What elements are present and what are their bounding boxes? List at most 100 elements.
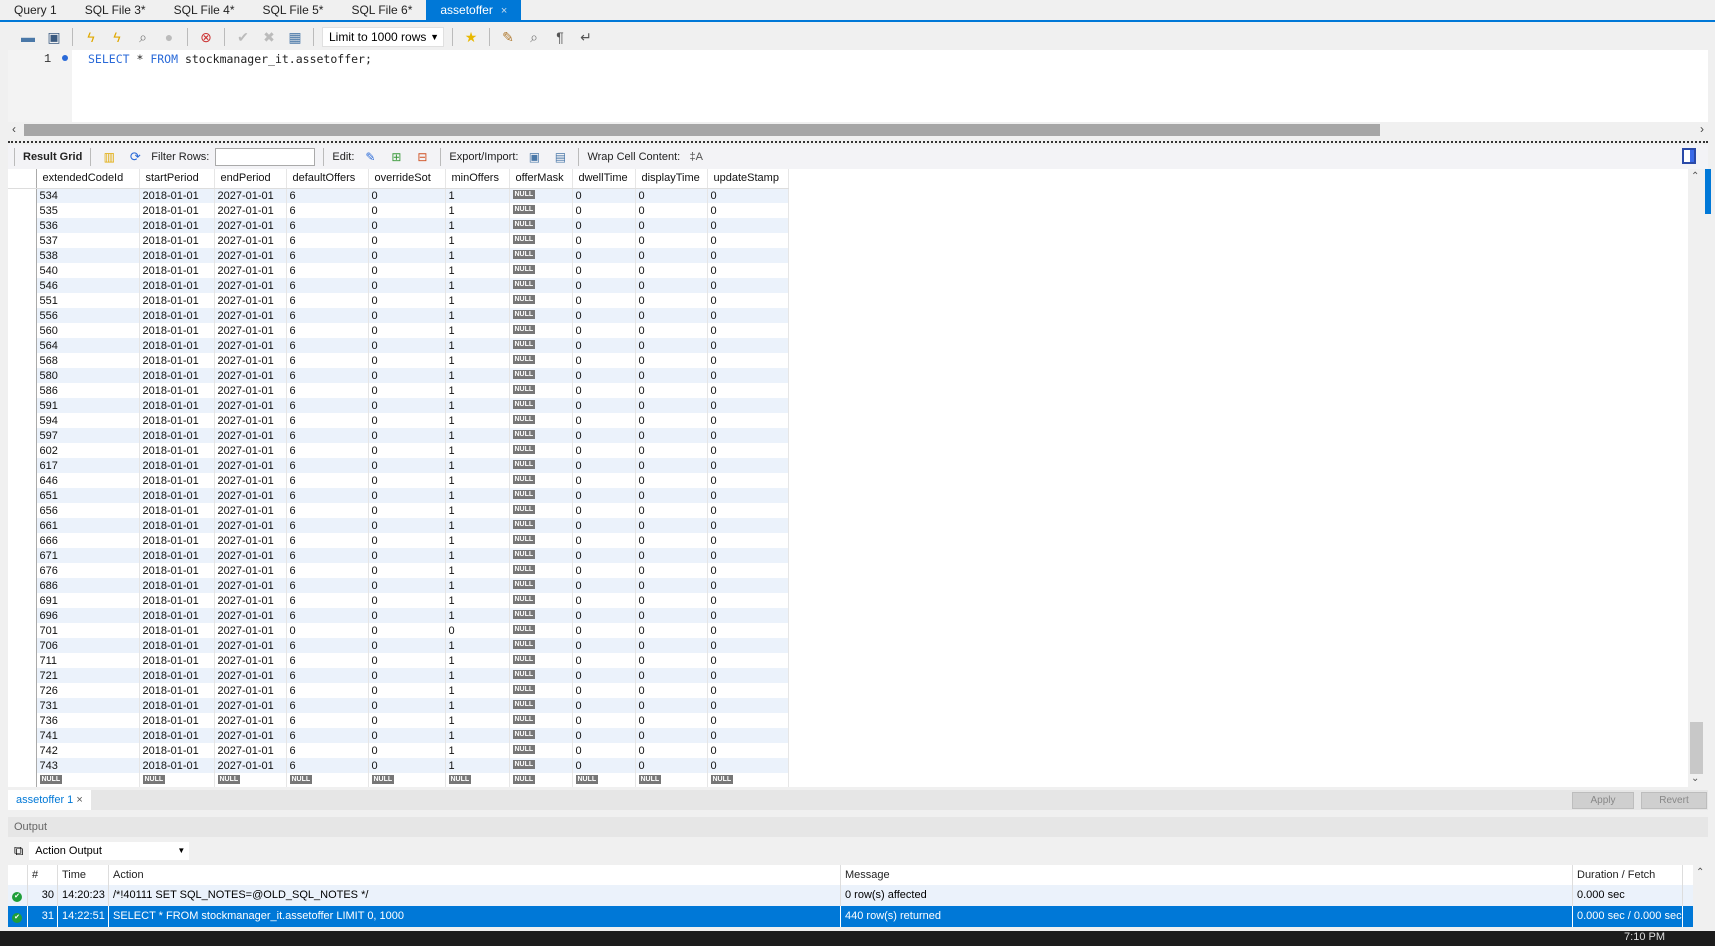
cell-updateStamp[interactable]: 0 [707,533,789,548]
cell-displayTime[interactable]: 0 [635,638,708,653]
cell-updateStamp[interactable]: 0 [707,203,789,218]
column-header-minOffers[interactable]: minOffers [445,169,510,189]
row-header[interactable] [8,638,37,653]
cell-defaultOffers[interactable]: 6 [286,638,369,653]
cell-dwellTime[interactable]: 0 [572,743,636,758]
cell-displayTime[interactable]: 0 [635,338,708,353]
tab-sql-file-5[interactable]: SQL File 5* [249,0,338,20]
wrap-icon[interactable]: ↵ [576,27,596,47]
cell-updateStamp[interactable]: 0 [707,473,789,488]
insert-row-icon[interactable]: ⊞ [386,147,406,167]
row-header[interactable] [8,353,37,368]
cell-startPeriod[interactable]: 2018-01-01 [139,413,215,428]
autocommit-icon[interactable]: ▦ [285,27,305,47]
cell-offerMask[interactable]: NULL [509,203,573,218]
cell-overrideSot[interactable]: 0 [368,398,446,413]
cell-startPeriod[interactable]: 2018-01-01 [139,563,215,578]
cell-endPeriod[interactable]: 2027-01-01 [214,548,287,563]
cell-defaultOffers[interactable]: 6 [286,338,369,353]
cell-startPeriod[interactable]: 2018-01-01 [139,623,215,638]
cell-endPeriod[interactable]: 2027-01-01 [214,278,287,293]
row-header[interactable] [8,308,37,323]
cell-defaultOffers[interactable]: 6 [286,308,369,323]
delete-row-icon[interactable]: ⊟ [412,147,432,167]
cell-overrideSot[interactable]: 0 [368,443,446,458]
table-row[interactable]: 656 2018-01-01 2027-01-01 6 0 1 NULL 0 0 0 [8,503,789,518]
cell-updateStamp[interactable]: 0 [707,443,789,458]
scroll-up-icon[interactable]: ⌃ [1696,867,1704,878]
cell-dwellTime[interactable]: 0 [572,653,636,668]
cell-displayTime[interactable]: 0 [635,668,708,683]
cell-minOffers[interactable]: 1 [445,563,510,578]
table-row[interactable]: 617 2018-01-01 2027-01-01 6 0 1 NULL 0 0 0 [8,458,789,473]
stop-icon[interactable]: ● [159,27,179,47]
cell-offerMask[interactable]: NULL [509,233,573,248]
cell-offerMask[interactable]: NULL [509,338,573,353]
row-header[interactable] [8,383,37,398]
cell-minOffers[interactable]: 1 [445,338,510,353]
cell-defaultOffers[interactable]: 6 [286,503,369,518]
tab-query-1[interactable]: Query 1 [0,0,71,20]
cell-offerMask[interactable]: NULL [509,608,573,623]
cell-dwellTime[interactable]: 0 [572,473,636,488]
cell-startPeriod[interactable]: 2018-01-01 [139,533,215,548]
cell-overrideSot[interactable]: 0 [368,563,446,578]
cell-overrideSot[interactable]: 0 [368,323,446,338]
cell-defaultOffers[interactable]: 6 [286,413,369,428]
cell-minOffers[interactable]: 1 [445,293,510,308]
cell-overrideSot[interactable]: 0 [368,218,446,233]
splitter[interactable] [8,141,1708,144]
cell-startPeriod[interactable]: 2018-01-01 [139,443,215,458]
cell-overrideSot[interactable]: 0 [368,248,446,263]
cell-displayTime[interactable]: 0 [635,233,708,248]
cell-startPeriod[interactable]: 2018-01-01 [139,518,215,533]
output-type-select[interactable]: Action Output ▼ [29,842,190,860]
column-header-offerMask[interactable]: offerMask [509,169,573,189]
cell-minOffers[interactable]: 1 [445,428,510,443]
cell-dwellTime[interactable]: 0 [572,458,636,473]
cell-endPeriod[interactable]: 2027-01-01 [214,743,287,758]
cell-offerMask[interactable]: NULL [509,548,573,563]
cell-endPeriod[interactable]: 2027-01-01 [214,728,287,743]
row-header[interactable] [8,578,37,593]
cell-endPeriod[interactable]: 2027-01-01 [214,413,287,428]
cell-overrideSot[interactable]: 0 [368,458,446,473]
cell-defaultOffers[interactable]: 6 [286,593,369,608]
cell-displayTime[interactable]: 0 [635,698,708,713]
cell-overrideSot[interactable]: NULL [368,773,446,787]
cell-endPeriod[interactable]: 2027-01-01 [214,638,287,653]
output-row-selected[interactable]: ✔ 31 14:22:51 SELECT * FROM stockmanager… [8,906,1693,927]
cell-startPeriod[interactable]: 2018-01-01 [139,743,215,758]
cell-minOffers[interactable]: 1 [445,743,510,758]
cell-updateStamp[interactable]: 0 [707,368,789,383]
column-header-extendedCodeId[interactable]: extendedCodeId [36,169,140,189]
cell-extendedCodeId[interactable]: 686 [36,578,140,593]
cell-dwellTime[interactable]: 0 [572,263,636,278]
cell-updateStamp[interactable]: 0 [707,338,789,353]
cell-endPeriod[interactable]: 2027-01-01 [214,248,287,263]
row-header[interactable] [8,443,37,458]
cell-startPeriod[interactable]: 2018-01-01 [139,203,215,218]
table-row[interactable]: 546 2018-01-01 2027-01-01 6 0 1 NULL 0 0 0 [8,278,789,293]
cell-minOffers[interactable]: 1 [445,203,510,218]
cell-endPeriod[interactable]: 2027-01-01 [214,758,287,773]
row-header[interactable] [8,503,37,518]
cell-overrideSot[interactable]: 0 [368,353,446,368]
cell-updateStamp[interactable]: 0 [707,293,789,308]
cell-endPeriod[interactable]: 2027-01-01 [214,383,287,398]
row-header[interactable] [8,623,37,638]
cell-extendedCodeId[interactable]: 535 [36,203,140,218]
execute-current-icon[interactable]: ϟ [107,27,127,47]
cell-startPeriod[interactable]: 2018-01-01 [139,473,215,488]
cell-startPeriod[interactable]: 2018-01-01 [139,503,215,518]
row-header[interactable] [8,773,37,787]
cell-defaultOffers[interactable]: 6 [286,443,369,458]
cell-dwellTime[interactable]: 0 [572,413,636,428]
cell-displayTime[interactable]: 0 [635,353,708,368]
cell-displayTime[interactable]: 0 [635,398,708,413]
cell-updateStamp[interactable]: 0 [707,743,789,758]
cell-dwellTime[interactable]: 0 [572,503,636,518]
row-header[interactable] [8,593,37,608]
cell-dwellTime[interactable]: 0 [572,668,636,683]
cell-extendedCodeId[interactable]: 691 [36,593,140,608]
